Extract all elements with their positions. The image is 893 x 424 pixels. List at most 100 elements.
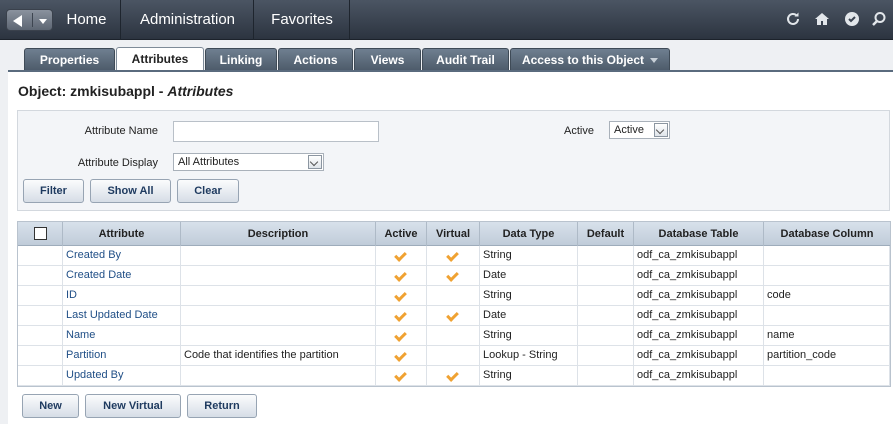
row-select-cell — [18, 246, 63, 266]
nav-favorites[interactable]: Favorites — [255, 0, 350, 40]
select-all-checkbox[interactable] — [34, 227, 47, 240]
column-header-active[interactable]: Active — [376, 222, 427, 246]
attribute-cell[interactable]: Created Date — [63, 266, 181, 286]
tab-attributes[interactable]: Attributes — [116, 47, 204, 72]
table-row[interactable]: ID String odf_ca_zmkisubappl code — [18, 286, 890, 306]
active-cell — [376, 246, 427, 266]
database-column-cell: partition_code — [764, 346, 890, 366]
row-select-cell — [18, 346, 63, 366]
chevron-down-icon[interactable] — [308, 155, 322, 169]
description-cell — [181, 286, 376, 306]
clear-button[interactable]: Clear — [177, 179, 239, 203]
attribute-display-label: Attribute Display — [77, 157, 158, 169]
column-header-virtual[interactable]: Virtual — [427, 222, 480, 246]
tab-actions[interactable]: Actions — [278, 48, 353, 71]
attribute-display-select[interactable]: All Attributes — [173, 153, 324, 171]
tab-properties[interactable]: Properties — [24, 48, 115, 71]
checkmark-icon — [393, 309, 407, 323]
database-column-cell — [764, 266, 890, 286]
tab-access-to-this-object[interactable]: Access to this Object — [510, 48, 670, 71]
checkmark-icon — [445, 369, 459, 383]
table-row[interactable]: Created By String odf_ca_zmkisubappl — [18, 246, 890, 266]
history-dropdown-icon[interactable] — [39, 19, 47, 24]
database-column-cell: name — [764, 326, 890, 346]
data-type-cell: Date — [480, 266, 578, 286]
data-type-cell: Lookup - String — [480, 346, 578, 366]
new-virtual-button[interactable]: New Virtual — [85, 394, 181, 418]
attribute-cell[interactable]: Last Updated Date — [63, 306, 181, 326]
active-select[interactable]: Active — [609, 121, 670, 139]
active-cell — [376, 346, 427, 366]
table-row[interactable]: Updated By String odf_ca_zmkisubappl — [18, 366, 890, 386]
checkmark-icon — [445, 269, 459, 283]
data-type-cell: String — [480, 366, 578, 386]
virtual-cell — [427, 306, 480, 326]
column-header-default[interactable]: Default — [578, 222, 634, 246]
virtual-cell — [427, 286, 480, 306]
table-row[interactable]: Created Date Date odf_ca_zmkisubappl — [18, 266, 890, 286]
filter-button[interactable]: Filter — [23, 179, 84, 203]
attribute-cell[interactable]: Created By — [63, 246, 181, 266]
active-cell — [376, 266, 427, 286]
database-table-cell: odf_ca_zmkisubappl — [634, 326, 764, 346]
top-nav-bar: Home Administration Favorites — [0, 0, 893, 40]
row-select-cell — [18, 326, 63, 346]
new-button[interactable]: New — [22, 394, 79, 418]
chevron-down-icon[interactable] — [654, 123, 668, 137]
virtual-cell — [427, 346, 480, 366]
attributes-table: Attribute Description Active Virtual Dat… — [17, 221, 891, 387]
show-all-button[interactable]: Show All — [90, 179, 171, 203]
column-header-attribute[interactable]: Attribute — [63, 222, 181, 246]
attribute-cell[interactable]: ID — [63, 286, 181, 306]
column-header-description[interactable]: Description — [181, 222, 376, 246]
active-cell — [376, 286, 427, 306]
virtual-cell — [427, 246, 480, 266]
home-icon[interactable] — [813, 11, 830, 28]
table-header: Attribute Description Active Virtual Dat… — [18, 222, 890, 246]
table-row[interactable]: Name String odf_ca_zmkisubappl name — [18, 326, 890, 346]
tab-audit-trail[interactable]: Audit Trail — [422, 48, 509, 71]
table-row[interactable]: Last Updated Date Date odf_ca_zmkisubappl — [18, 306, 890, 326]
virtual-cell — [427, 366, 480, 386]
attribute-name-label: Attribute Name — [84, 125, 158, 137]
row-select-cell — [18, 306, 63, 326]
default-cell — [578, 346, 634, 366]
database-table-cell: odf_ca_zmkisubappl — [634, 246, 764, 266]
row-select-cell — [18, 266, 63, 286]
attribute-cell[interactable]: Partition — [63, 346, 181, 366]
active-cell — [376, 306, 427, 326]
database-column-cell: code — [764, 286, 890, 306]
default-cell — [578, 306, 634, 326]
checkmark-icon — [445, 249, 459, 263]
description-cell — [181, 326, 376, 346]
attribute-cell[interactable]: Name — [63, 326, 181, 346]
database-table-cell: odf_ca_zmkisubappl — [634, 346, 764, 366]
active-label: Active — [564, 125, 594, 137]
tab-views[interactable]: Views — [354, 48, 421, 71]
data-type-cell: Date — [480, 306, 578, 326]
return-button[interactable]: Return — [187, 394, 257, 418]
active-cell — [376, 326, 427, 346]
description-cell — [181, 246, 376, 266]
default-cell — [578, 366, 634, 386]
description-cell — [181, 266, 376, 286]
back-button[interactable] — [6, 9, 53, 31]
search-icon[interactable] — [870, 11, 887, 28]
nav-administration[interactable]: Administration — [122, 0, 254, 40]
table-row[interactable]: Partition Code that identifies the partit… — [18, 346, 890, 366]
virtual-cell — [427, 266, 480, 286]
checkmark-icon — [393, 349, 407, 363]
column-header-database-column[interactable]: Database Column — [764, 222, 890, 246]
column-header-database-table[interactable]: Database Table — [634, 222, 764, 246]
database-table-cell: odf_ca_zmkisubappl — [634, 306, 764, 326]
refresh-icon[interactable] — [784, 11, 801, 28]
data-type-cell: String — [480, 246, 578, 266]
attribute-cell[interactable]: Updated By — [63, 366, 181, 386]
help-icon[interactable] — [843, 11, 860, 28]
attribute-name-input[interactable] — [173, 121, 379, 142]
column-header-data-type[interactable]: Data Type — [480, 222, 578, 246]
tab-linking[interactable]: Linking — [205, 48, 277, 71]
nav-home[interactable]: Home — [53, 0, 121, 40]
default-cell — [578, 326, 634, 346]
database-column-cell — [764, 306, 890, 326]
